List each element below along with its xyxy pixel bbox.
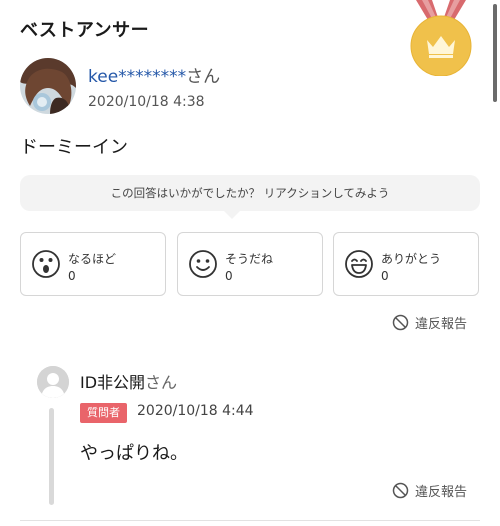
report-button-answer[interactable]: 違反報告 (392, 313, 467, 332)
reply-body: やっぱりね。 (80, 443, 188, 464)
prohibit-icon (392, 482, 409, 499)
reply-date: 2020/10/18 4:44 (137, 403, 254, 419)
best-answer-medal-icon (410, 0, 472, 76)
reaction-button-arigatou[interactable]: ありがとう 0 (333, 232, 479, 296)
reaction-button-soudane[interactable]: そうだね 0 (177, 232, 323, 296)
reaction-prompt: この回答はいかがでしたか？ リアクションしてみよう (20, 175, 480, 211)
answerer-avatar[interactable] (20, 58, 76, 114)
reaction-count: 0 (225, 269, 233, 283)
answer-body: ドーミーイン (20, 137, 128, 158)
reaction-count: 0 (68, 269, 76, 283)
section-title: ベストアンサー (20, 20, 150, 41)
reaction-count: 0 (381, 269, 389, 283)
questioner-name: ID非公開さん (80, 369, 177, 393)
questioner-badge: 質問者 (80, 403, 127, 423)
report-button-reply[interactable]: 違反報告 (392, 481, 467, 500)
reaction-prompt-tail (224, 211, 240, 219)
report-label[interactable]: 違反報告 (415, 313, 467, 332)
answerer-honorific: さん (186, 67, 221, 87)
smile-face-icon (189, 250, 217, 278)
reaction-label: そうだね (225, 252, 274, 266)
answerer-name-text[interactable]: kee******** (88, 67, 186, 87)
reaction-label: ありがとう (381, 252, 442, 266)
report-label[interactable]: 違反報告 (415, 481, 467, 500)
scrollbar-thumb[interactable] (493, 4, 497, 102)
reaction-label: なるほど (68, 252, 117, 266)
questioner-name-text: ID非公開 (80, 373, 146, 392)
answer-date: 2020/10/18 4:38 (88, 94, 205, 110)
grin-face-icon (345, 250, 373, 278)
divider (20, 520, 480, 521)
surprised-face-icon (32, 250, 60, 278)
answerer-name[interactable]: kee********さん (88, 62, 220, 87)
questioner-honorific: さん (145, 373, 178, 392)
prohibit-icon (392, 314, 409, 331)
questioner-avatar[interactable] (37, 366, 69, 398)
reaction-button-naruhodo[interactable]: なるほど 0 (20, 232, 166, 296)
reply-thread-line (49, 408, 54, 505)
